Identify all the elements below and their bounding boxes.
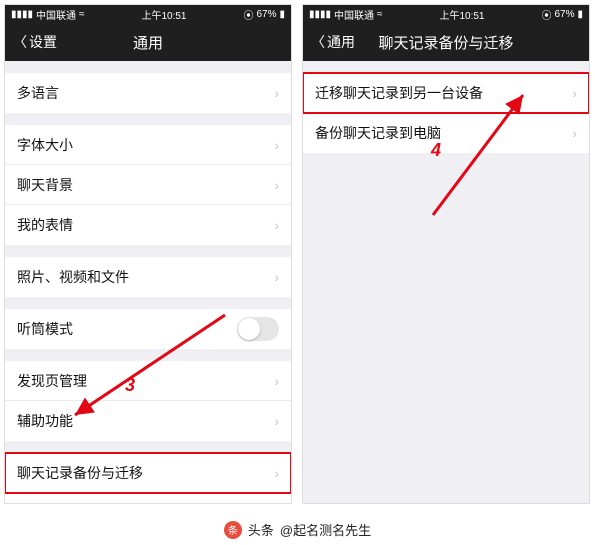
annotation-number-3: 3 <box>125 375 135 396</box>
cell-label: 我的表情 <box>17 215 73 235</box>
signal-icon: ▮▮▮▮ <box>309 9 331 20</box>
chevron-right-icon: › <box>274 465 279 481</box>
cell-chatlog-backup-migrate[interactable]: 聊天记录备份与迁移 › <box>5 453 291 493</box>
content-right: 迁移聊天记录到另一台设备 › 备份聊天记录到电脑 › <box>303 61 589 503</box>
content-left: 多语言 › 字体大小 › 聊天背景 › 我的表情 › <box>5 61 291 503</box>
battery-icon: ▮ <box>577 9 583 20</box>
cell-earpiece-mode[interactable]: 听筒模式 <box>5 309 291 349</box>
phone-left: ▮▮▮▮ 中国联通 ≈ 上午10:51 ⦿ 67% ▮ 〈 设置 通用 多语言 <box>4 4 292 504</box>
phone-right: ▮▮▮▮ 中国联通 ≈ 上午10:51 ⦿ 67% ▮ 〈 通用 聊天记录备份与… <box>302 4 590 504</box>
back-label: 通用 <box>327 32 355 52</box>
chevron-right-icon: › <box>274 373 279 389</box>
nav-bar: 〈 通用 聊天记录备份与迁移 <box>303 23 589 61</box>
chevron-left-icon: 〈 <box>311 32 325 52</box>
chevron-right-icon: › <box>274 413 279 429</box>
watermark-footer: 条 头条 @起名测名先生 <box>0 520 595 539</box>
annotation-number-4: 4 <box>431 140 441 161</box>
cell-chat-background[interactable]: 聊天背景 › <box>5 165 291 205</box>
cell-label: 多语言 <box>17 83 59 103</box>
nav-bar: 〈 设置 通用 <box>5 23 291 61</box>
clock-label: 上午10:51 <box>439 7 484 22</box>
chevron-left-icon: 〈 <box>13 32 27 52</box>
cell-label: 辅助功能 <box>17 411 73 431</box>
footer-author: @起名测名先生 <box>280 520 371 539</box>
cell-migrate-to-device[interactable]: 迁移聊天记录到另一台设备 › <box>303 73 589 113</box>
chevron-right-icon: › <box>572 125 577 141</box>
signal-icon: ▮▮▮▮ <box>11 9 33 20</box>
battery-pct: 67% <box>554 9 574 20</box>
cell-discover-manage[interactable]: 发现页管理 › <box>5 361 291 401</box>
carrier-label: 中国联通 <box>36 7 76 22</box>
chevron-right-icon: › <box>572 85 577 101</box>
cell-label: 迁移聊天记录到另一台设备 <box>315 83 483 103</box>
battery-pct: 67% <box>256 9 276 20</box>
battery-icon: ▮ <box>279 9 285 20</box>
cell-label: 聊天记录备份与迁移 <box>17 463 143 483</box>
chevron-right-icon: › <box>274 85 279 101</box>
chevron-right-icon: › <box>274 217 279 233</box>
chevron-right-icon: › <box>274 137 279 153</box>
cell-media-files[interactable]: 照片、视频和文件 › <box>5 257 291 297</box>
toggle-earpiece[interactable] <box>237 317 279 341</box>
cell-accessibility[interactable]: 辅助功能 › <box>5 401 291 441</box>
toutiao-logo-icon: 条 <box>224 521 242 539</box>
cell-fontsize[interactable]: 字体大小 › <box>5 125 291 165</box>
wifi-icon: ≈ <box>79 9 85 20</box>
cell-storage[interactable]: 存储空间 › <box>5 493 291 503</box>
cell-backup-to-pc[interactable]: 备份聊天记录到电脑 › <box>303 113 589 153</box>
back-button[interactable]: 〈 设置 <box>13 32 57 52</box>
status-bar: ▮▮▮▮ 中国联通 ≈ 上午10:51 ⦿ 67% ▮ <box>303 5 589 23</box>
footer-prefix: 头条 <box>248 520 274 539</box>
cell-label: 听筒模式 <box>17 319 73 339</box>
carrier-label: 中国联通 <box>334 7 374 22</box>
cell-label: 字体大小 <box>17 135 73 155</box>
back-button[interactable]: 〈 通用 <box>311 32 355 52</box>
status-bar: ▮▮▮▮ 中国联通 ≈ 上午10:51 ⦿ 67% ▮ <box>5 5 291 23</box>
cell-label: 聊天背景 <box>17 175 73 195</box>
back-label: 设置 <box>29 32 57 52</box>
cell-multilanguage[interactable]: 多语言 › <box>5 73 291 113</box>
wifi-icon: ≈ <box>377 9 383 20</box>
cell-label: 备份聊天记录到电脑 <box>315 123 441 143</box>
cell-label: 发现页管理 <box>17 371 87 391</box>
chevron-right-icon: › <box>274 269 279 285</box>
chevron-right-icon: › <box>274 177 279 193</box>
cell-my-stickers[interactable]: 我的表情 › <box>5 205 291 245</box>
cell-label: 照片、视频和文件 <box>17 267 129 287</box>
clock-label: 上午10:51 <box>141 7 186 22</box>
